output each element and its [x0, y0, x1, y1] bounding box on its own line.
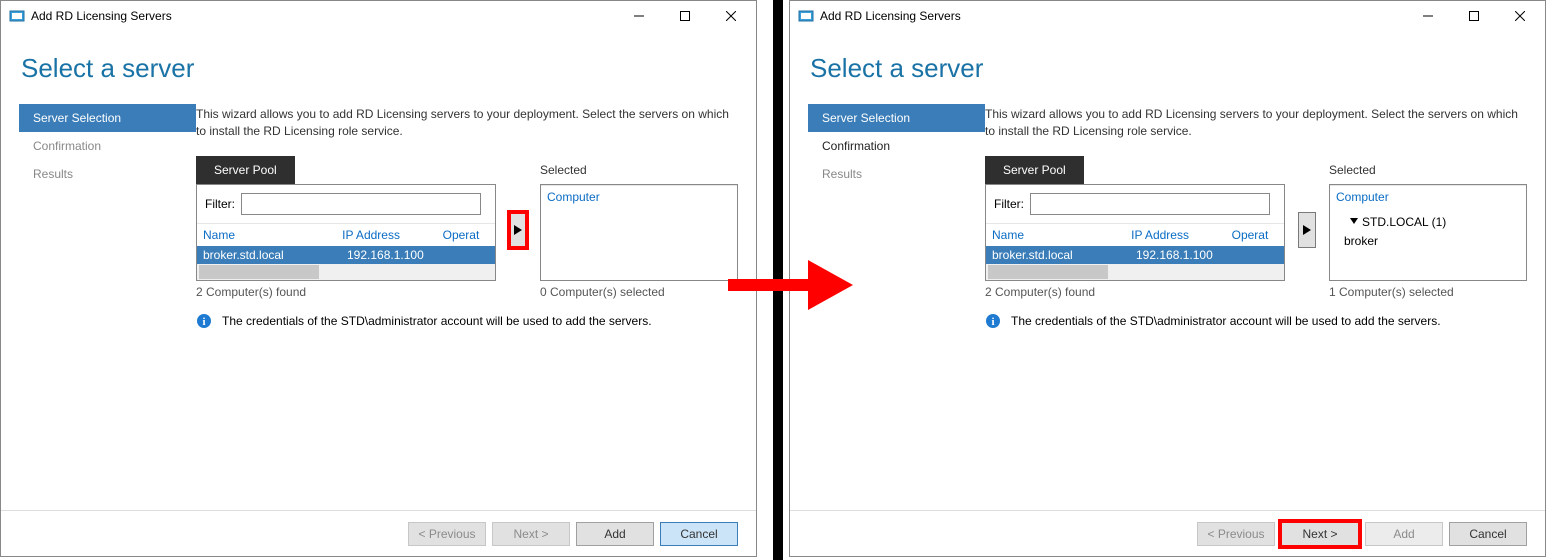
window-title: Add RD Licensing Servers	[31, 9, 616, 23]
minimize-button[interactable]	[616, 2, 662, 30]
server-name: broker.std.local	[203, 248, 347, 262]
server-pool-list: Filter: Name IP Address Operat broker.st…	[985, 184, 1285, 281]
maximize-button[interactable]	[1451, 2, 1497, 30]
selected-server-node[interactable]: broker	[1338, 232, 1518, 250]
pool-count: 2 Computer(s) found	[196, 281, 496, 299]
nav-results: Results	[19, 160, 196, 188]
tree-collapse-icon	[1350, 218, 1358, 226]
app-icon	[798, 8, 814, 24]
minimize-button[interactable]	[1405, 2, 1451, 30]
tab-server-pool[interactable]: Server Pool	[196, 156, 295, 184]
chevron-right-icon	[1303, 225, 1311, 235]
filter-input[interactable]	[1030, 193, 1270, 215]
previous-button: < Previous	[1197, 522, 1275, 546]
pool-count: 2 Computer(s) found	[985, 281, 1285, 299]
add-server-button[interactable]	[1298, 212, 1316, 248]
filter-label: Filter:	[994, 197, 1024, 211]
server-pool-list: Filter: Name IP Address Operat broker.st…	[196, 184, 496, 281]
h-scrollbar[interactable]	[986, 264, 1284, 280]
sidebar: Server Selection Confirmation Results	[19, 104, 196, 510]
nav-confirmation[interactable]: Confirmation	[808, 132, 985, 160]
col-name[interactable]: Name	[203, 228, 342, 242]
titlebar[interactable]: Add RD Licensing Servers	[790, 1, 1545, 31]
close-button[interactable]	[708, 2, 754, 30]
nav-results: Results	[808, 160, 985, 188]
red-arrow-annotation	[723, 255, 853, 315]
cancel-button[interactable]: Cancel	[660, 522, 738, 546]
selected-label: Selected	[1329, 156, 1527, 184]
filter-label: Filter:	[205, 197, 235, 211]
previous-button: < Previous	[408, 522, 486, 546]
nav-server-selection[interactable]: Server Selection	[19, 104, 196, 132]
selected-domain-node[interactable]: STD.LOCAL (1)	[1338, 212, 1518, 232]
nav-confirmation: Confirmation	[19, 132, 196, 160]
col-name[interactable]: Name	[992, 228, 1131, 242]
server-row[interactable]: broker.std.local 192.168.1.100	[197, 246, 495, 264]
col-computer[interactable]: Computer	[547, 190, 600, 204]
chevron-right-icon	[514, 225, 522, 235]
filter-input[interactable]	[241, 193, 481, 215]
next-button[interactable]: Next >	[1281, 522, 1359, 546]
wizard-window-after: Add RD Licensing Servers Select a server…	[789, 0, 1546, 557]
window-title: Add RD Licensing Servers	[820, 9, 1405, 23]
close-button[interactable]	[1497, 2, 1543, 30]
server-row[interactable]: broker.std.local 192.168.1.100	[986, 246, 1284, 264]
page-title: Select a server	[790, 31, 1545, 104]
cancel-button[interactable]: Cancel	[1449, 522, 1527, 546]
h-scrollbar[interactable]	[197, 264, 495, 280]
svg-text:i: i	[202, 316, 205, 328]
maximize-button[interactable]	[662, 2, 708, 30]
info-text: The credentials of the STD\administrator…	[1011, 314, 1441, 328]
wizard-window-before: Add RD Licensing Servers Select a server…	[0, 0, 757, 557]
app-icon	[9, 8, 25, 24]
add-button: Add	[1365, 522, 1443, 546]
instructions-text: This wizard allows you to add RD Licensi…	[196, 104, 738, 156]
info-icon: i	[196, 313, 212, 329]
selected-count: 1 Computer(s) selected	[1329, 281, 1527, 299]
selected-label: Selected	[540, 156, 738, 184]
col-os[interactable]: Operat	[443, 228, 489, 242]
selected-count: 0 Computer(s) selected	[540, 281, 738, 299]
selected-domain-label: STD.LOCAL (1)	[1362, 215, 1446, 229]
col-ip[interactable]: IP Address	[342, 228, 442, 242]
add-server-button[interactable]	[509, 212, 527, 248]
selected-list: Computer	[540, 184, 738, 281]
nav-server-selection[interactable]: Server Selection	[808, 104, 985, 132]
tab-server-pool[interactable]: Server Pool	[985, 156, 1084, 184]
svg-text:i: i	[991, 316, 994, 328]
instructions-text: This wizard allows you to add RD Licensi…	[985, 104, 1527, 156]
server-name: broker.std.local	[992, 248, 1136, 262]
info-text: The credentials of the STD\administrator…	[222, 314, 652, 328]
titlebar[interactable]: Add RD Licensing Servers	[1, 1, 756, 31]
page-title: Select a server	[1, 31, 756, 104]
next-button: Next >	[492, 522, 570, 546]
add-button[interactable]: Add	[576, 522, 654, 546]
col-os[interactable]: Operat	[1232, 228, 1278, 242]
col-computer[interactable]: Computer	[1336, 190, 1389, 204]
col-ip[interactable]: IP Address	[1131, 228, 1231, 242]
server-ip: 192.168.1.100	[347, 248, 451, 262]
selected-list: Computer STD.LOCAL (1) broker	[1329, 184, 1527, 281]
info-icon: i	[985, 313, 1001, 329]
server-ip: 192.168.1.100	[1136, 248, 1240, 262]
